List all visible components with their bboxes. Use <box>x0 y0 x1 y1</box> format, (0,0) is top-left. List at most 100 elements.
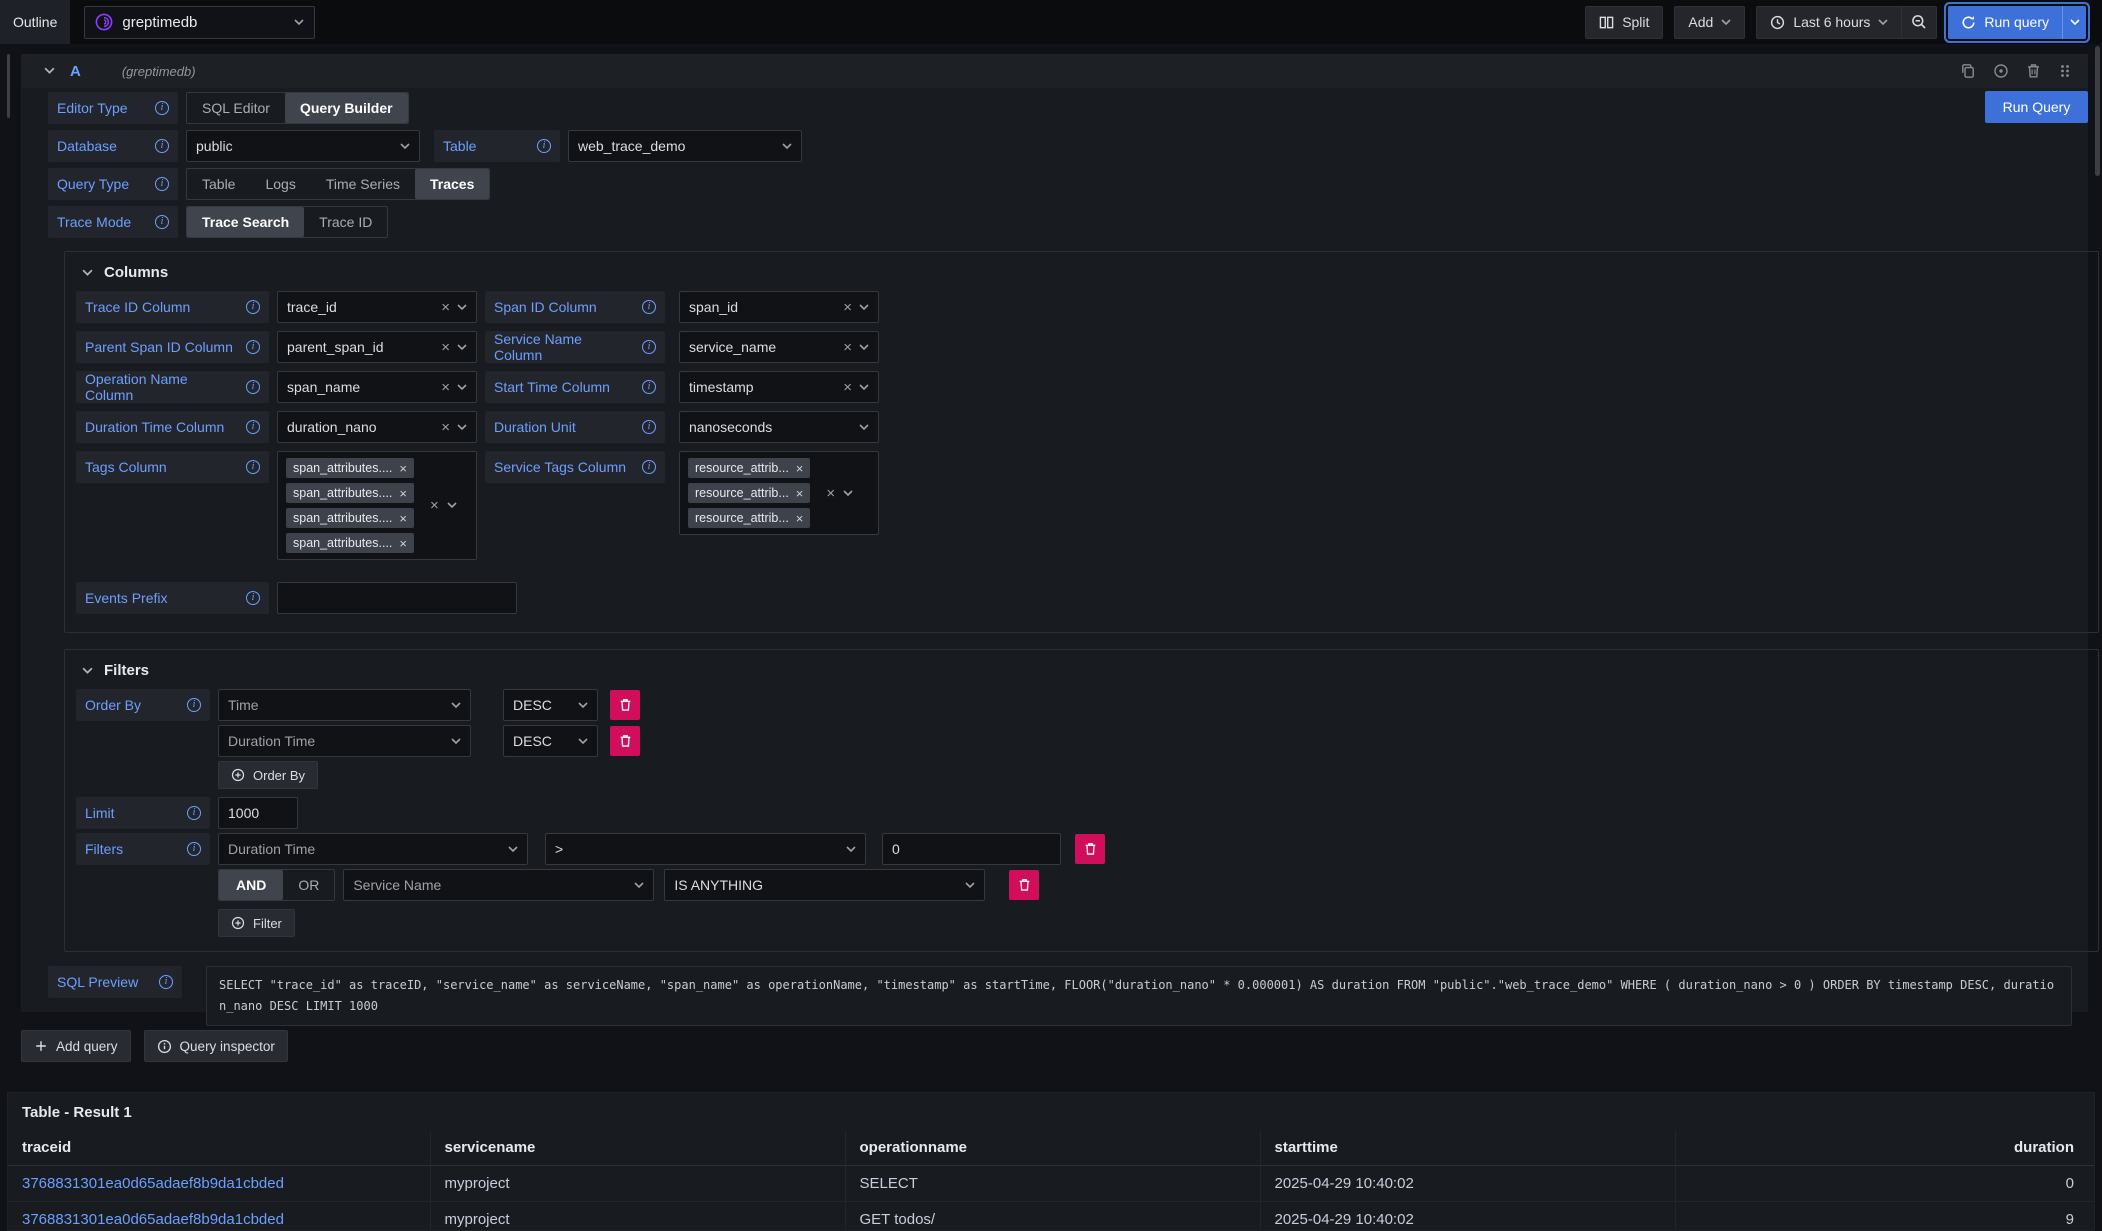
column-header-duration[interactable]: duration <box>1675 1131 2094 1165</box>
span-id-column-select[interactable]: span_id × <box>679 291 879 323</box>
info-icon[interactable]: i <box>187 806 201 820</box>
clear-icon[interactable]: × <box>843 340 852 355</box>
delete-query-icon[interactable] <box>2026 63 2041 79</box>
clear-icon[interactable]: × <box>843 380 852 395</box>
filter-operator-select[interactable]: > <box>545 833 866 865</box>
filter-value-input[interactable] <box>882 833 1061 865</box>
remove-order-by-button[interactable] <box>610 690 640 720</box>
table-select[interactable]: web_trace_demo <box>568 130 802 162</box>
info-icon[interactable]: i <box>155 139 169 153</box>
info-icon[interactable]: i <box>159 975 173 989</box>
right-scrollbar-thumb[interactable] <box>2095 46 2100 176</box>
trace-id-column-select[interactable]: trace_id × <box>277 291 477 323</box>
info-icon[interactable]: i <box>246 420 260 434</box>
info-icon[interactable]: i <box>246 460 260 474</box>
info-icon[interactable]: i <box>537 139 551 153</box>
query-type-option-logs[interactable]: Logs <box>250 169 310 199</box>
clear-all-icon[interactable]: × <box>826 486 835 501</box>
order-by-direction-select[interactable]: DESC <box>503 689 598 721</box>
trace-id-link[interactable]: 3768831301ea0d65adaef8b9da1cbded <box>22 1211 284 1228</box>
trace-id-link[interactable]: 3768831301ea0d65adaef8b9da1cbded <box>22 1175 284 1192</box>
clear-icon[interactable]: × <box>441 340 450 355</box>
duplicate-query-icon[interactable] <box>1960 63 1976 79</box>
clear-icon[interactable]: × <box>441 380 450 395</box>
run-query-button[interactable]: Run query <box>1948 6 2062 39</box>
query-row-header[interactable]: A (greptimedb) <box>21 54 2088 88</box>
add-filter-button[interactable]: Filter <box>218 909 295 937</box>
info-icon[interactable]: i <box>642 460 656 474</box>
split-button[interactable]: Split <box>1585 6 1663 39</box>
info-icon[interactable]: i <box>155 177 169 191</box>
info-icon[interactable]: i <box>187 698 201 712</box>
filters-section-header[interactable]: Filters <box>76 660 2087 679</box>
remove-chip-icon[interactable]: × <box>399 537 407 550</box>
tags-column-multiselect[interactable]: span_attributes....× span_attributes....… <box>277 451 477 560</box>
info-icon[interactable]: i <box>642 340 656 354</box>
filter-field-select-2[interactable]: Service Name <box>343 869 654 901</box>
order-by-direction-select-2[interactable]: DESC <box>503 725 598 757</box>
remove-filter-button[interactable] <box>1075 834 1105 864</box>
query-type-option-table[interactable]: Table <box>187 169 250 199</box>
time-range-picker[interactable]: Last 6 hours <box>1756 6 1902 39</box>
trace-mode-option-search[interactable]: Trace Search <box>187 207 304 237</box>
editor-type-option-sql-editor[interactable]: SQL Editor <box>187 93 285 123</box>
hide-response-icon[interactable] <box>1993 63 2009 79</box>
add-order-by-button[interactable]: Order By <box>218 761 318 789</box>
info-icon[interactable]: i <box>642 300 656 314</box>
column-header-operationname[interactable]: operationname <box>845 1131 1260 1165</box>
order-by-field-select[interactable]: Time <box>218 689 471 721</box>
database-select[interactable]: public <box>186 130 420 162</box>
columns-section-header[interactable]: Columns <box>76 262 2087 281</box>
info-icon[interactable]: i <box>187 842 201 856</box>
run-query-dropdown[interactable] <box>2062 6 2086 39</box>
info-icon[interactable]: i <box>155 101 169 115</box>
filter-operator-select-2[interactable]: IS ANYTHING <box>664 869 985 901</box>
limit-input[interactable] <box>218 797 298 829</box>
column-header-traceid[interactable]: traceid <box>8 1131 430 1165</box>
duration-unit-select[interactable]: nanoseconds <box>679 411 879 443</box>
order-by-field-select-2[interactable]: Duration Time <box>218 725 471 757</box>
trace-mode-option-id[interactable]: Trace ID <box>304 207 387 237</box>
condition-and-option[interactable]: AND <box>219 870 283 900</box>
add-button[interactable]: Add <box>1674 6 1745 39</box>
remove-chip-icon[interactable]: × <box>796 487 804 500</box>
info-icon[interactable]: i <box>246 340 260 354</box>
events-prefix-input[interactable] <box>277 582 517 614</box>
remove-chip-icon[interactable]: × <box>399 512 407 525</box>
query-type-option-traces[interactable]: Traces <box>415 169 489 199</box>
info-icon[interactable]: i <box>246 591 260 605</box>
clear-icon[interactable]: × <box>843 300 852 315</box>
start-time-column-select[interactable]: timestamp × <box>679 371 879 403</box>
info-icon[interactable]: i <box>246 380 260 394</box>
remove-chip-icon[interactable]: × <box>796 462 804 475</box>
info-icon[interactable]: i <box>642 420 656 434</box>
remove-chip-icon[interactable]: × <box>399 462 407 475</box>
remove-order-by-button-2[interactable] <box>610 726 640 756</box>
column-header-servicename[interactable]: servicename <box>430 1131 845 1165</box>
remove-chip-icon[interactable]: × <box>399 487 407 500</box>
info-icon[interactable]: i <box>155 215 169 229</box>
add-query-button[interactable]: Add query <box>21 1030 131 1062</box>
editor-type-option-query-builder[interactable]: Query Builder <box>285 93 408 123</box>
info-icon[interactable]: i <box>642 380 656 394</box>
operation-name-column-select[interactable]: span_name × <box>277 371 477 403</box>
clear-all-icon[interactable]: × <box>430 498 439 513</box>
remove-chip-icon[interactable]: × <box>796 512 804 525</box>
clear-icon[interactable]: × <box>441 420 450 435</box>
drag-handle-icon[interactable] <box>2058 63 2072 79</box>
column-header-starttime[interactable]: starttime <box>1260 1131 1675 1165</box>
clear-icon[interactable]: × <box>441 300 450 315</box>
filter-field-select[interactable]: Duration Time <box>218 833 528 865</box>
datasource-picker[interactable]: greptimedb <box>84 6 315 39</box>
service-tags-column-multiselect[interactable]: resource_attrib...× resource_attrib...× … <box>679 451 879 535</box>
parent-span-id-column-select[interactable]: parent_span_id × <box>277 331 477 363</box>
query-type-option-time-series[interactable]: Time Series <box>311 169 415 199</box>
query-inspector-button[interactable]: Query inspector <box>144 1030 288 1062</box>
zoom-out-time-button[interactable] <box>1902 6 1937 39</box>
remove-filter-button-2[interactable] <box>1009 870 1039 900</box>
duration-time-column-select[interactable]: duration_nano × <box>277 411 477 443</box>
left-scrollbar-thumb[interactable] <box>7 54 10 118</box>
info-icon[interactable]: i <box>246 300 260 314</box>
outline-toggle[interactable]: Outline <box>0 0 70 44</box>
service-name-column-select[interactable]: service_name × <box>679 331 879 363</box>
